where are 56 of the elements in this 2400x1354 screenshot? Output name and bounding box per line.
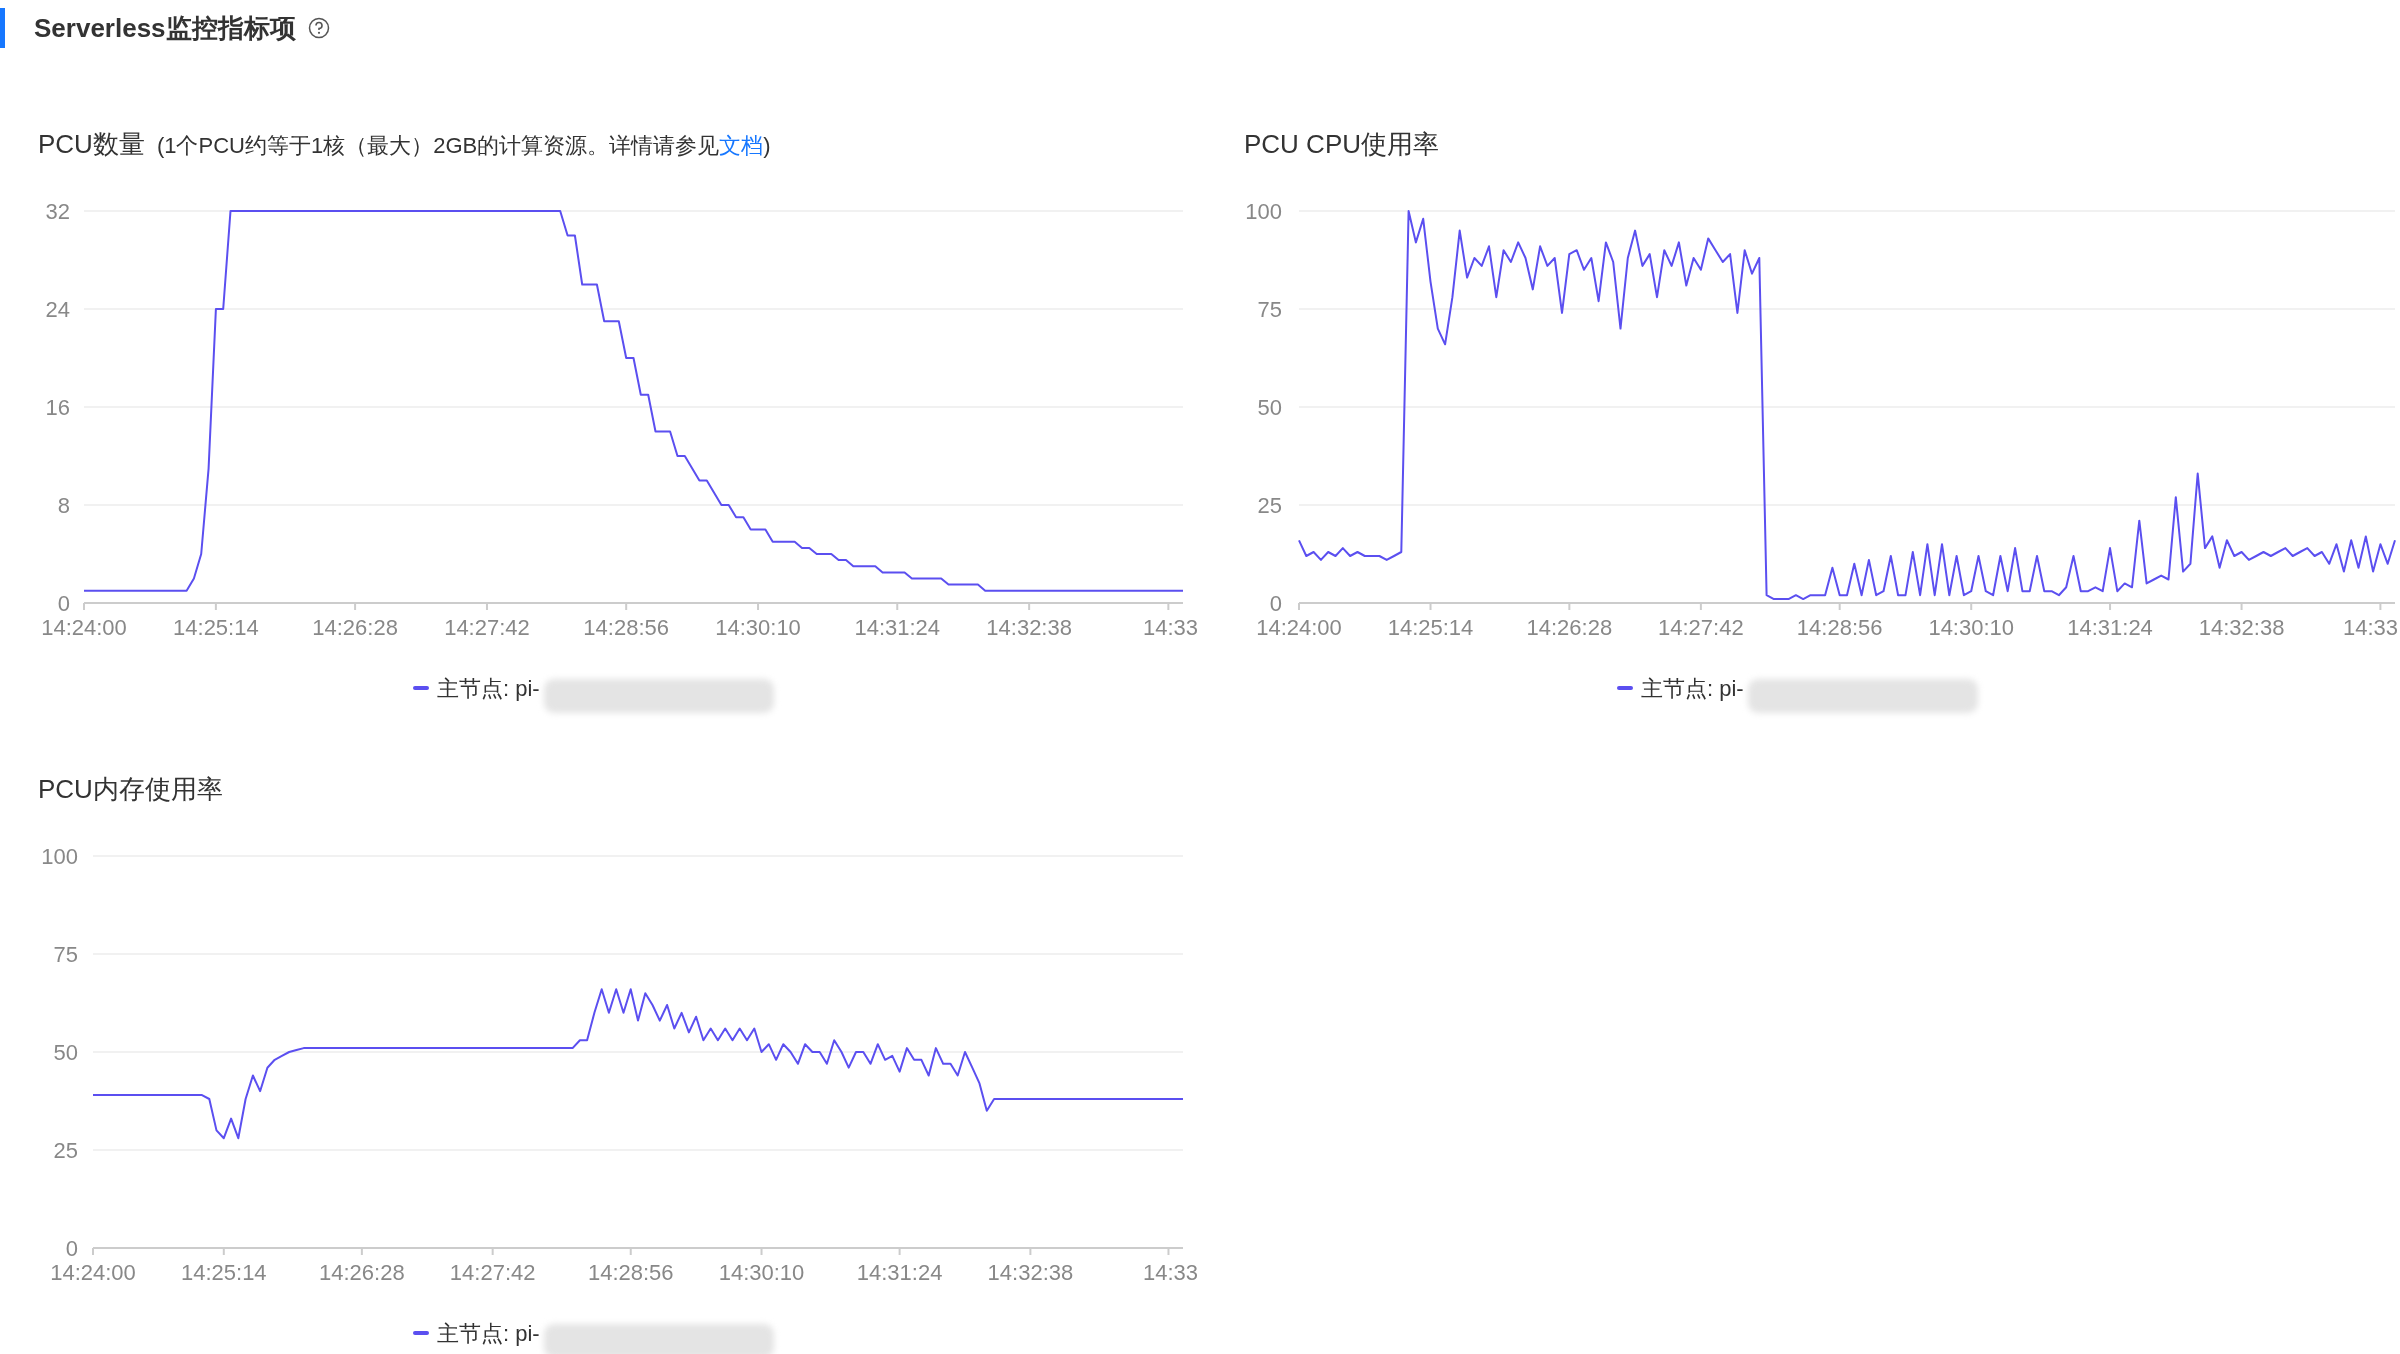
x-axis-label: 14:30:10 xyxy=(715,615,801,640)
y-axis-label: 50 xyxy=(1257,395,1282,420)
legend-marker xyxy=(1617,686,1633,690)
y-axis-label: 32 xyxy=(45,199,70,224)
legend-label[interactable]: 主节点: pi- xyxy=(437,1316,540,1350)
x-axis-label: 14:28:56 xyxy=(587,1260,674,1285)
docs-link[interactable]: 文档 xyxy=(719,133,764,158)
x-axis-label: 14:27:42 xyxy=(444,615,530,640)
x-axis-label: 14:24:00 xyxy=(50,1260,136,1285)
legend-marker xyxy=(413,686,429,690)
help-icon[interactable] xyxy=(307,17,330,39)
y-axis-label: 0 xyxy=(57,591,70,616)
y-axis-label: 75 xyxy=(1257,297,1282,322)
chart-title: PCU数量 xyxy=(38,128,145,161)
x-axis-label: 14:32:38 xyxy=(987,1260,1074,1285)
x-axis-label: 14:25:14 xyxy=(181,1260,267,1285)
section-title: Serverless监控指标项 xyxy=(34,11,296,45)
chart-note: (1个PCU约等于1核（最大）2GB的计算资源。详情请参见文档) xyxy=(156,132,771,160)
y-axis-label: 25 xyxy=(53,1138,78,1163)
x-axis-label: 14:26:28 xyxy=(1526,615,1613,640)
legend-label[interactable]: 主节点: pi- xyxy=(1641,671,1744,705)
x-axis-label: 14:28:56 xyxy=(583,615,669,640)
legend-label[interactable]: 主节点: pi- xyxy=(437,671,540,705)
x-axis-label: 14:27:42 xyxy=(1658,615,1744,640)
x-axis-label: 14:28:56 xyxy=(1796,615,1883,640)
y-axis-label: 25 xyxy=(1257,493,1282,518)
x-axis-label: 14:24:00 xyxy=(1256,615,1342,640)
y-axis-label: 8 xyxy=(57,493,70,518)
x-axis-label: 14:30:10 xyxy=(1928,615,2015,640)
y-axis-label: 16 xyxy=(45,395,70,420)
x-axis-label: 14:32:38 xyxy=(2198,615,2285,640)
x-axis-label: 14:24:00 xyxy=(41,615,127,640)
x-axis-label: 14:33 xyxy=(1142,615,1198,640)
x-axis-label: 14:31:24 xyxy=(854,615,941,640)
x-axis-label: 14:31:24 xyxy=(2067,615,2153,640)
x-axis-label: 14:31:24 xyxy=(856,1260,943,1285)
section-marker xyxy=(0,8,5,48)
legend-marker xyxy=(413,1331,429,1335)
x-axis-label: 14:32:38 xyxy=(986,615,1072,640)
chart-title: PCU内存使用率 xyxy=(38,773,223,806)
y-axis-label: 50 xyxy=(53,1040,78,1065)
x-axis-label: 14:26:28 xyxy=(312,615,398,640)
x-axis-label: 14:26:28 xyxy=(319,1260,405,1285)
y-axis-label: 100 xyxy=(41,844,78,869)
y-axis-label: 100 xyxy=(1245,199,1282,224)
y-axis-label: 0 xyxy=(1269,591,1282,616)
x-axis-label: 14:25:14 xyxy=(173,615,259,640)
x-axis-label: 14:27:42 xyxy=(449,1260,536,1285)
chart-title: PCU CPU使用率 xyxy=(1244,128,1439,161)
x-axis-label: 14:33 xyxy=(1142,1260,1198,1285)
x-axis-label: 14:33 xyxy=(2342,615,2398,640)
x-axis-label: 14:30:10 xyxy=(718,1260,805,1285)
y-axis-label: 24 xyxy=(45,297,70,322)
y-axis-label: 75 xyxy=(53,942,78,967)
y-axis-label: 0 xyxy=(65,1236,78,1261)
x-axis-label: 14:25:14 xyxy=(1387,615,1474,640)
